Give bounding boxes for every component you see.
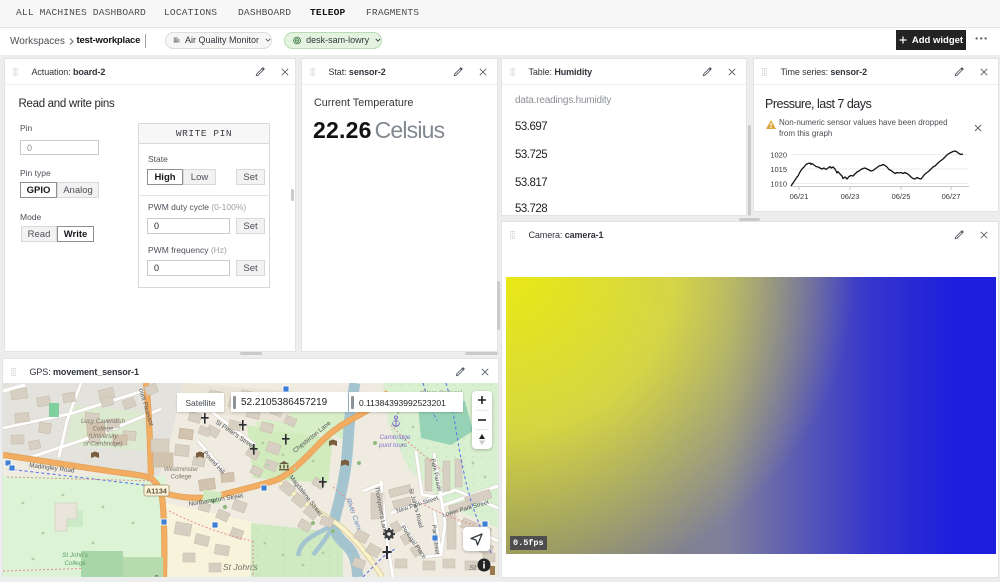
svg-text:1010: 1010 <box>770 180 787 189</box>
svg-text:06/23: 06/23 <box>841 192 860 201</box>
svg-text:Cambridge: Cambridge <box>380 434 411 441</box>
svg-text:1015: 1015 <box>770 165 787 174</box>
svg-text:06/27: 06/27 <box>942 192 961 201</box>
svg-text:St John'sCollege: St John'sCollege <box>62 552 89 567</box>
svg-text:06/25: 06/25 <box>892 192 911 201</box>
svg-text:St John's: St John's <box>223 562 258 572</box>
svg-text:1020: 1020 <box>770 151 787 160</box>
svg-text:punt tours: punt tours <box>378 442 408 449</box>
svg-text:A1134: A1134 <box>146 486 167 495</box>
svg-text:en's Road: en's Road <box>153 575 160 577</box>
svg-text:06/21: 06/21 <box>790 192 809 201</box>
